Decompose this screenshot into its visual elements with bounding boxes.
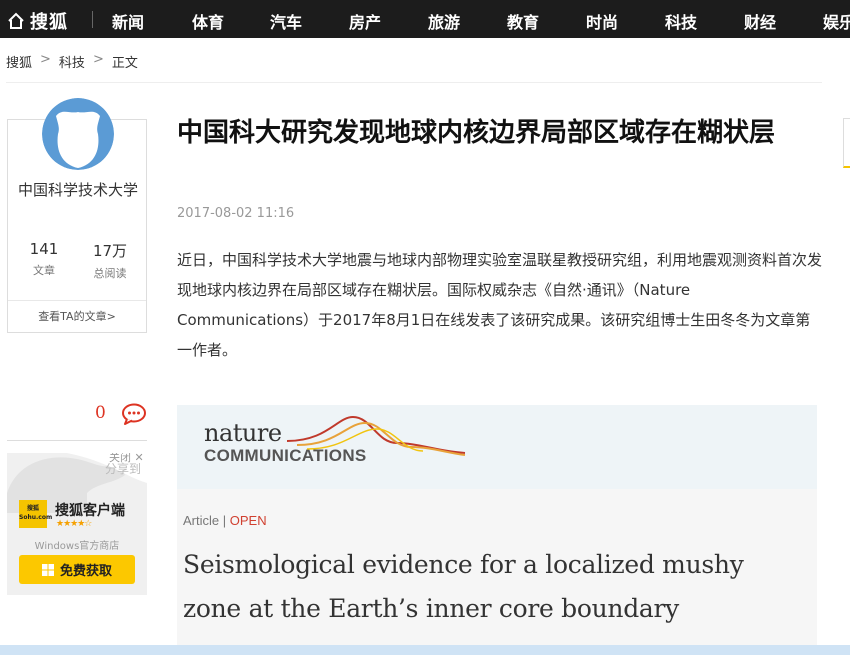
breadcrumb: 搜狐 > 科技 > 正文 (6, 52, 138, 71)
nav-item-entertainment[interactable]: 娱乐 (823, 9, 850, 33)
comment-icon[interactable] (121, 403, 147, 425)
open-access-label: OPEN (229, 513, 267, 528)
app-promo: 关闭 ✕ 分享到 搜狐 Sohu.com 搜狐客户端 ★★★★☆ Windows… (7, 453, 147, 595)
nav-item-education[interactable]: 教育 (507, 9, 539, 33)
windows-icon (41, 563, 54, 576)
breadcrumb-home[interactable]: 搜狐 (6, 52, 32, 71)
sidebar-divider (7, 440, 147, 441)
breadcrumb-tech[interactable]: 科技 (59, 52, 85, 71)
reads-label: 总阅读 (93, 267, 127, 280)
articles-label: 文章 (33, 264, 55, 277)
nav-item-news[interactable]: 新闻 (112, 9, 144, 33)
nav-item-tech[interactable]: 科技 (665, 9, 697, 33)
nav-item-auto[interactable]: 汽车 (270, 9, 302, 33)
promo-store-label: Windows官方商店 (34, 541, 120, 552)
breadcrumb-divider (6, 82, 822, 83)
brand-name[interactable]: 搜狐 (30, 8, 68, 34)
article-timestamp: 2017-08-02 11:16 (177, 206, 295, 221)
author-avatar[interactable] (42, 98, 114, 170)
nav-item-fashion[interactable]: 时尚 (586, 9, 618, 33)
paper-headline: Seismological evidence for a localized m… (183, 550, 744, 623)
author-reads-stat: 17万 总阅读 (80, 240, 140, 281)
top-nav: 搜狐 新闻 体育 汽车 房产 旅游 教育 时尚 科技 财经 娱乐 (0, 0, 850, 38)
journal-wave-logo (287, 415, 466, 456)
author-articles-stat: 141 文章 (14, 240, 74, 278)
journal-banner: nature COMMUNICATIONS (177, 405, 817, 489)
sohu-app-logo: 搜狐 Sohu.com (19, 500, 52, 528)
home-icon[interactable] (6, 11, 26, 31)
article-kind: Article | OPEN (183, 513, 267, 528)
nav-item-finance[interactable]: 财经 (744, 9, 776, 33)
promo-share-label: 分享到 (105, 462, 142, 476)
breadcrumb-separator: > (40, 52, 51, 67)
breadcrumb-current: 正文 (111, 56, 138, 71)
articles-count: 141 (29, 240, 59, 258)
article-paragraph: 近日，中国科学技术大学地震与地球内部物理实验室温联星教授研究组，利用地震观测资料… (177, 251, 823, 359)
article-image: nature COMMUNICATIONS Article | OPEN Sei… (177, 405, 817, 645)
breadcrumb-separator: > (92, 52, 104, 67)
article-title: 中国科大研究发现地球内核边界局部区域存在糊状层 (177, 118, 776, 148)
journal-name-nature: nature (204, 419, 282, 447)
rating-stars: ★★★★☆ (56, 519, 92, 529)
nav-item-house[interactable]: 房产 (349, 9, 381, 33)
nav-item-sports[interactable]: 体育 (192, 9, 224, 33)
comment-count[interactable]: 0 (95, 403, 106, 423)
card-divider (8, 300, 146, 301)
reads-count: 17万 (92, 242, 128, 260)
article-kind-label: Article (183, 513, 220, 528)
get-free-button[interactable]: 免费获取 (19, 555, 135, 584)
brand[interactable]: 搜狐 (6, 8, 68, 34)
right-sidebar-widget[interactable] (843, 118, 850, 168)
view-author-articles-link[interactable]: 查看TA的文章> (8, 308, 146, 324)
author-name[interactable]: 中国科学技术大学 (8, 180, 148, 201)
get-free-label: 免费获取 (59, 564, 112, 579)
browser-bottom-bar (0, 645, 850, 655)
nav-divider (92, 11, 93, 28)
promo-title: 搜狐客户端 (55, 503, 125, 519)
nav-item-travel[interactable]: 旅游 (428, 9, 460, 33)
